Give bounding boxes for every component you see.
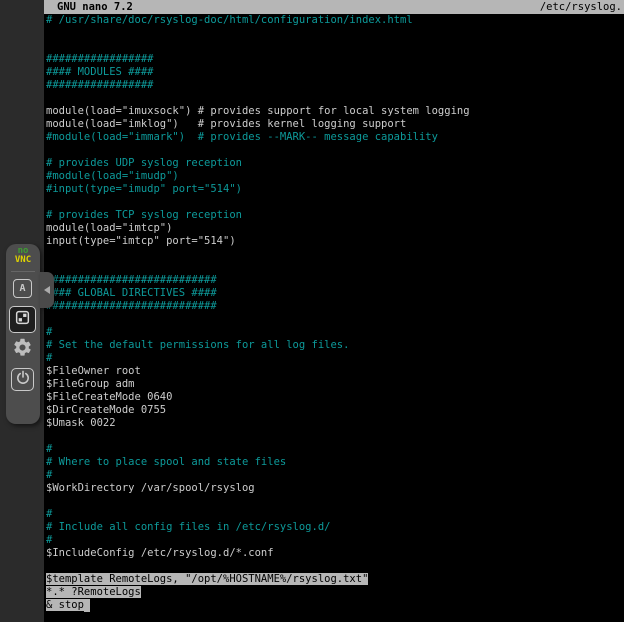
editor-line: # Set the default permissions for all lo… (44, 339, 624, 352)
editor-line: #### GLOBAL DIRECTIVES #### (44, 287, 624, 300)
editor-line: #### MODULES #### (44, 66, 624, 79)
editor-line: $IncludeConfig /etc/rsyslog.d/*.conf (44, 547, 624, 560)
editor-line: $FileOwner root (44, 365, 624, 378)
editor-line: & stop (44, 599, 624, 612)
editor-line: *.* ?RemoteLogs (44, 586, 624, 599)
editor-line: module(load="imuxsock") # provides suppo… (44, 105, 624, 118)
nano-filename-label: /etc/rsyslog. (540, 0, 622, 14)
editor-line: # /usr/share/doc/rsyslog-doc/html/config… (44, 14, 624, 27)
nano-editor-text-area[interactable]: # /usr/share/doc/rsyslog-doc/html/config… (44, 14, 624, 622)
editor-line (44, 27, 624, 40)
editor-line (44, 92, 624, 105)
editor-line: ########################### (44, 300, 624, 313)
novnc-logo: no VNC (6, 247, 40, 265)
editor-line: module(load="imtcp") (44, 222, 624, 235)
chevron-left-icon (44, 286, 50, 294)
editor-line: ########################### (44, 274, 624, 287)
text-cursor (84, 599, 90, 612)
fullscreen-icon (14, 309, 31, 330)
editor-line (44, 430, 624, 443)
editor-line: ################# (44, 53, 624, 66)
editor-line: # provides TCP syslog reception (44, 209, 624, 222)
editor-line (44, 560, 624, 573)
editor-line (44, 261, 624, 274)
settings-button[interactable] (11, 338, 34, 361)
editor-line: # (44, 443, 624, 456)
editor-line (44, 40, 624, 53)
power-disconnect-button[interactable] (11, 368, 34, 391)
editor-line: # (44, 508, 624, 521)
editor-line (44, 196, 624, 209)
editor-line (44, 495, 624, 508)
editor-line: $Umask 0022 (44, 417, 624, 430)
novnc-logo-vnc: VNC (6, 256, 40, 265)
editor-line: # (44, 469, 624, 482)
editor-line: $FileGroup adm (44, 378, 624, 391)
editor-line: # provides UDP syslog reception (44, 157, 624, 170)
editor-line: $FileCreateMode 0640 (44, 391, 624, 404)
fullscreen-button[interactable] (9, 306, 36, 333)
editor-line: # (44, 534, 624, 547)
editor-line (44, 144, 624, 157)
panel-collapse-handle[interactable] (40, 272, 54, 308)
editor-line: ################# (44, 79, 624, 92)
editor-line (44, 248, 624, 261)
editor-line: # Include all config files in /etc/rsysl… (44, 521, 624, 534)
editor-line: # Where to place spool and state files (44, 456, 624, 469)
nano-version-label: GNU nano 7.2 (57, 0, 133, 14)
power-icon (15, 370, 31, 390)
editor-line: # (44, 352, 624, 365)
gear-icon (12, 337, 33, 362)
editor-line: # (44, 326, 624, 339)
a-key-icon: A (19, 283, 25, 294)
editor-line (44, 313, 624, 326)
extra-keys-button[interactable]: A (13, 279, 32, 298)
panel-divider (11, 271, 35, 272)
nano-titlebar: GNU nano 7.2 /etc/rsyslog. (44, 0, 624, 14)
editor-line: #module(load="imudp") (44, 170, 624, 183)
editor-line: input(type="imtcp" port="514") (44, 235, 624, 248)
editor-line: module(load="imklog") # provides kernel … (44, 118, 624, 131)
editor-line: #input(type="imudp" port="514") (44, 183, 624, 196)
editor-line: $template RemoteLogs, "/opt/%HOSTNAME%/r… (44, 573, 624, 586)
novnc-screen: GNU nano 7.2 /etc/rsyslog. # /usr/share/… (0, 0, 624, 622)
editor-line: #module(load="immark") # provides --MARK… (44, 131, 624, 144)
editor-lines: # /usr/share/doc/rsyslog-doc/html/config… (44, 14, 624, 612)
editor-line: $WorkDirectory /var/spool/rsyslog (44, 482, 624, 495)
editor-line: $DirCreateMode 0755 (44, 404, 624, 417)
novnc-control-panel: no VNC A (6, 244, 40, 424)
